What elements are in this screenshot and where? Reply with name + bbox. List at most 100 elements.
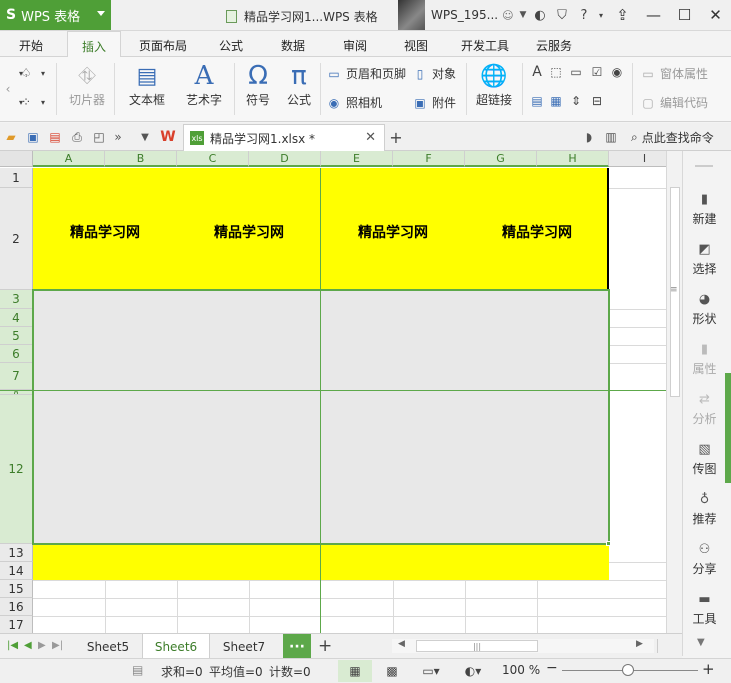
sidebar-item-new[interactable]: ▮ 新建 <box>683 191 726 227</box>
zoom-in-button[interactable]: + <box>702 660 715 678</box>
cell-e2[interactable]: 精品学习网 <box>321 222 465 242</box>
splitter[interactable] <box>657 639 658 653</box>
combobox-control-icon[interactable]: ▦ <box>549 94 563 108</box>
sidebar-item-shape[interactable]: ◕ 形状 <box>683 291 726 327</box>
chevron-down-icon[interactable]: ▾ <box>14 95 28 109</box>
groupbox-control-icon[interactable]: ⬚ <box>549 65 563 79</box>
listbox-control-icon[interactable]: ▤ <box>530 94 544 108</box>
tab-review[interactable]: 审阅 <box>343 37 367 54</box>
eye-protect-icon[interactable]: ◐▾ <box>456 660 490 682</box>
row-header-5[interactable]: 5 <box>0 327 33 345</box>
button-control-icon[interactable]: ▭ <box>569 65 583 79</box>
last-sheet-icon[interactable]: ▶| <box>52 640 63 651</box>
horizontal-scrollbar[interactable]: ◀ ||| ▶ <box>392 639 654 653</box>
chevron-down-icon[interactable]: ▾ <box>595 0 607 30</box>
minimize-button[interactable]: — <box>638 0 669 30</box>
sidebar-item-analysis[interactable]: ⇄ 分析 <box>683 391 726 427</box>
pdf-export-icon[interactable]: ▤ <box>47 129 63 145</box>
row-header-16[interactable]: 16 <box>0 598 33 616</box>
sidebar-collapse-tab[interactable] <box>725 373 731 483</box>
cell-g2[interactable]: 精品学习网 <box>465 222 609 242</box>
user-status-icon[interactable]: ☺ <box>502 9 513 22</box>
tab-page-layout[interactable]: 页面布局 <box>139 37 187 54</box>
tab-home[interactable]: 开始 <box>19 37 43 54</box>
print-preview-icon[interactable]: ◰ <box>91 129 107 145</box>
form-properties-button[interactable]: ▭ 窗体属性 <box>640 65 708 82</box>
column-header-d[interactable]: D <box>249 151 321 167</box>
cell-a2[interactable]: 精品学习网 <box>33 222 177 242</box>
row-header-7[interactable]: 7 <box>0 363 33 390</box>
row-header-2[interactable]: 2 <box>0 188 33 290</box>
column-header-c[interactable]: C <box>177 151 249 167</box>
edit-code-button[interactable]: ▢ 编辑代码 <box>640 94 708 111</box>
chevron-left-icon[interactable]: ‹ <box>1 82 15 96</box>
restore-up-icon[interactable]: ⇪ <box>607 0 638 30</box>
column-header-h[interactable]: H <box>537 151 609 167</box>
fill-handle[interactable] <box>606 541 611 546</box>
shirt-icon[interactable]: ⛉ <box>551 0 573 30</box>
sheet-tab-sheet7[interactable]: Sheet7 <box>210 634 278 659</box>
row-header-3[interactable]: 3 <box>0 290 33 309</box>
chevron-down-icon[interactable]: ▾ <box>36 66 50 80</box>
cell-c2[interactable]: 精品学习网 <box>177 222 321 242</box>
new-tab-plus-icon[interactable]: + <box>388 128 404 147</box>
column-header-e[interactable]: E <box>321 151 393 167</box>
select-all-corner[interactable] <box>0 151 33 167</box>
chevron-down-icon[interactable]: ▼ <box>520 10 527 20</box>
row-header-17[interactable]: 17 <box>0 616 33 633</box>
row-header-1[interactable]: 1 <box>0 168 33 188</box>
first-sheet-icon[interactable]: |◀ <box>7 640 18 651</box>
scrollbar-thumb[interactable]: ||| <box>416 640 538 652</box>
column-header-a[interactable]: A <box>33 151 105 167</box>
column-header-b[interactable]: B <box>105 151 177 167</box>
open-folder-icon[interactable]: ▰ <box>3 129 19 145</box>
avatar[interactable] <box>398 0 425 30</box>
camera-button[interactable]: ◉ 照相机 <box>326 94 382 111</box>
row-header-12[interactable]: 12 <box>0 395 33 544</box>
page-break-view-icon[interactable]: ▩ <box>375 660 409 682</box>
sidebar-item-tools[interactable]: ▬ 工具 <box>683 591 726 627</box>
add-sheet-button[interactable]: + <box>318 636 332 656</box>
chevron-down-icon[interactable]: ▾ <box>14 66 28 80</box>
scroll-right-icon[interactable]: ▶ <box>636 639 643 649</box>
next-sheet-icon[interactable]: ▶ <box>38 640 46 651</box>
page-layout-view-icon[interactable]: ▭▾ <box>414 660 448 682</box>
zoom-slider-knob[interactable] <box>622 664 634 676</box>
help-icon[interactable]: ? <box>573 0 595 30</box>
chevron-down-icon[interactable]: ▼ <box>137 129 153 145</box>
user-name[interactable]: WPS_195... <box>431 8 498 22</box>
row-header-15[interactable]: 15 <box>0 580 33 598</box>
slicer-button[interactable]: ⛗ 切片器 <box>64 61 110 108</box>
spinner-control-icon[interactable]: ⊟ <box>590 94 604 108</box>
sheet-tab-sheet6[interactable]: Sheet6 <box>142 634 210 659</box>
tab-formulas[interactable]: 公式 <box>219 37 243 54</box>
textbox-button[interactable]: ▤ 文本框 <box>122 61 172 108</box>
row-header-14[interactable]: 14 <box>0 562 33 580</box>
prev-sheet-icon[interactable]: ◀ <box>24 640 32 651</box>
app-menu-button[interactable]: S WPS 表格 <box>0 0 111 30</box>
sidebar-item-share[interactable]: ⚇ 分享 <box>683 541 726 577</box>
tab-cloud[interactable]: 云服务 <box>536 37 572 54</box>
attachment-button[interactable]: ▣ 附件 <box>412 94 456 111</box>
close-icon[interactable]: ✕ <box>365 130 376 145</box>
row-header-4[interactable]: 4 <box>0 309 33 327</box>
radio-control-icon[interactable]: ◉ <box>610 65 624 79</box>
zoom-level[interactable]: 100 % <box>502 663 540 677</box>
skin-icon[interactable]: ◐ <box>529 0 551 30</box>
more-icon[interactable]: » <box>110 129 126 145</box>
tab-view[interactable]: 视图 <box>404 37 428 54</box>
command-search[interactable]: ⌕ 点此查找命令 <box>631 129 714 146</box>
maximize-button[interactable]: ☐ <box>669 0 700 30</box>
chevron-down-icon[interactable]: ▾ <box>36 95 50 109</box>
layout-icon[interactable]: ▥ <box>603 129 619 145</box>
scroll-left-icon[interactable]: ◀ <box>398 639 405 649</box>
spreadsheet-grid[interactable]: A B C D E F G H I 1 2 3 4 5 6 7 8 12 13 … <box>0 151 666 633</box>
close-button[interactable]: ✕ <box>700 0 731 30</box>
symbol-button[interactable]: Ω 符号 <box>238 61 278 108</box>
save-icon[interactable]: ▣ <box>25 129 41 145</box>
wps-w-logo-icon[interactable]: W <box>160 129 176 145</box>
object-button[interactable]: ▯ 对象 <box>412 65 456 82</box>
scrollbar-control-icon[interactable]: ⇕ <box>569 94 583 108</box>
column-header-i[interactable]: I <box>609 151 666 167</box>
checkbox-control-icon[interactable]: ☑ <box>590 65 604 79</box>
